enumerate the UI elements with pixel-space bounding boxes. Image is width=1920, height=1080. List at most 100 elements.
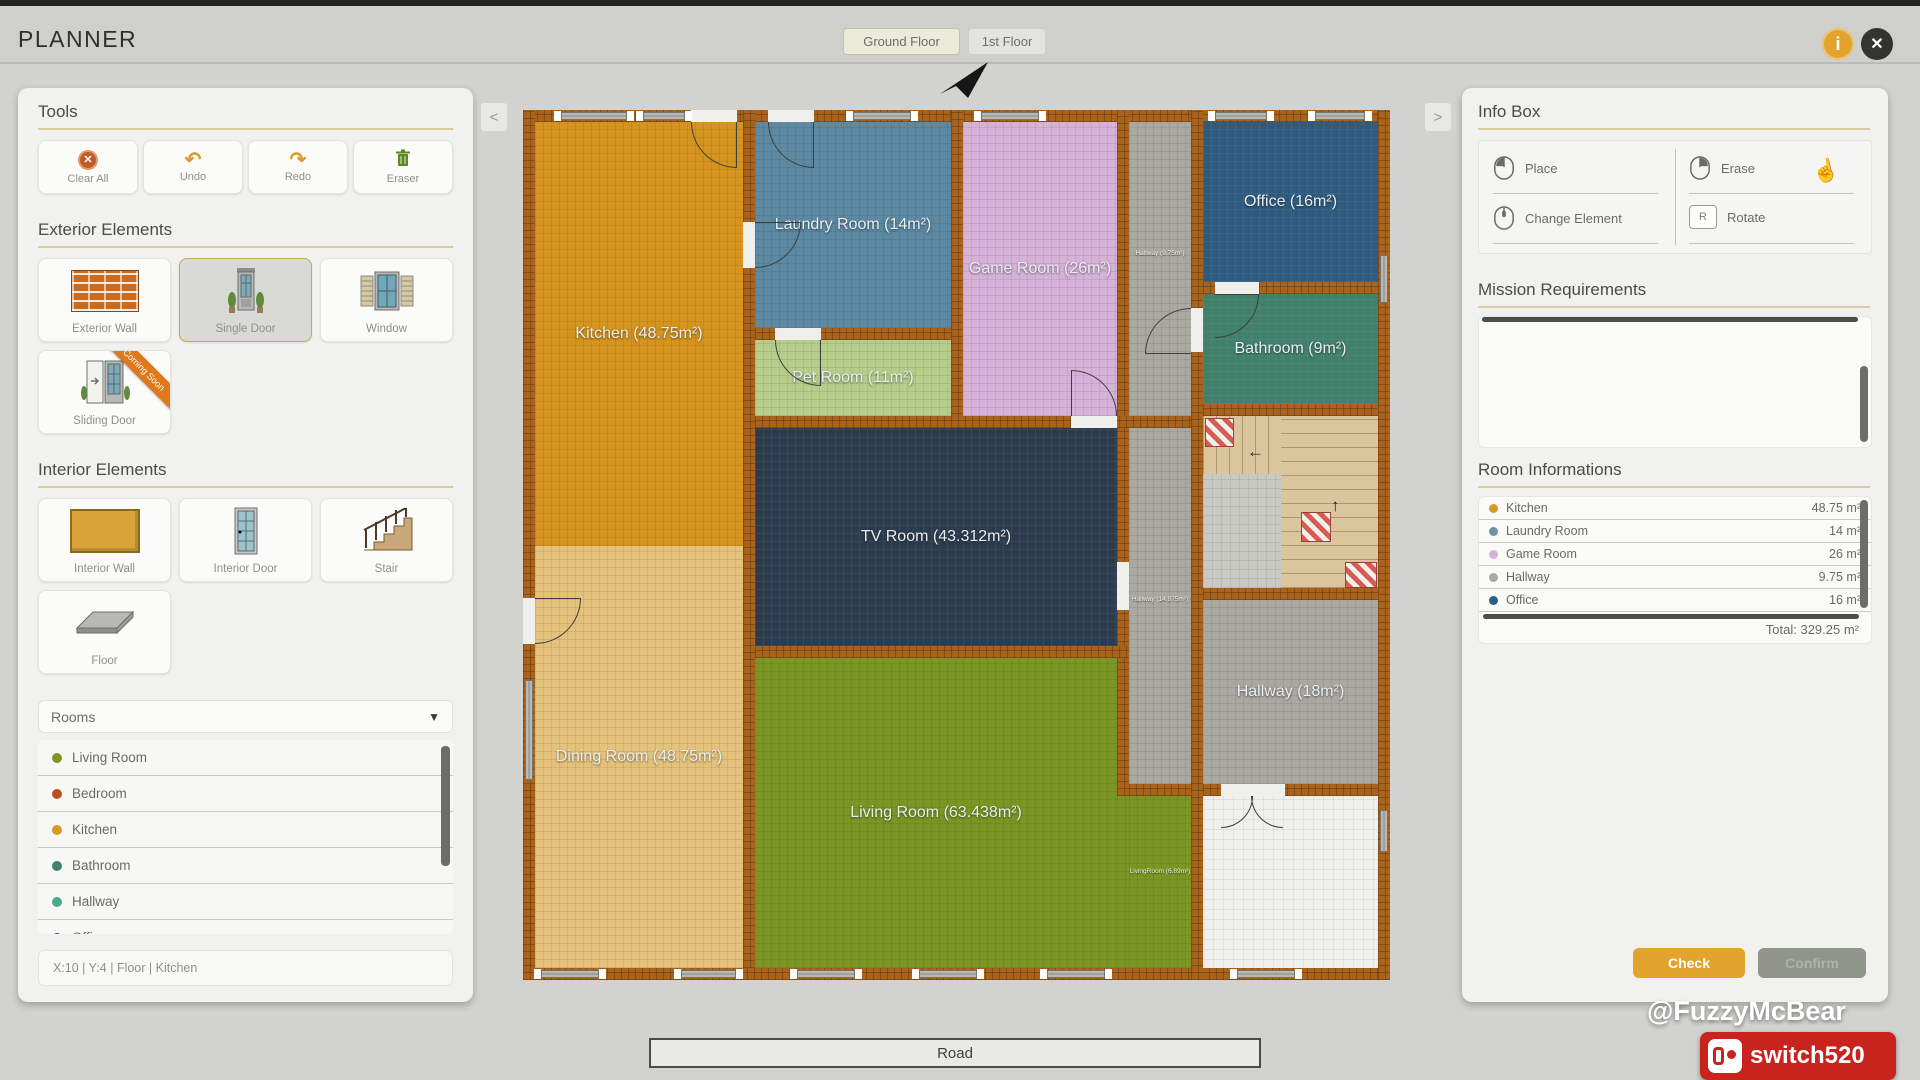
wall-v3: [1117, 110, 1129, 796]
mouse-right-click-icon: [1689, 155, 1711, 181]
chevron-left-icon: <: [490, 109, 499, 126]
interior-heading: Interior Elements: [38, 460, 167, 480]
wall-h8: [1129, 784, 1191, 796]
mission-requirements-box: [1478, 316, 1872, 448]
hallway-dot: [52, 897, 62, 907]
sliding-door-button[interactable]: Sliding Door Coming Soon: [38, 350, 171, 434]
stair-button[interactable]: Stair: [320, 498, 453, 582]
clear-all-button[interactable]: ✕ Clear All: [38, 140, 138, 194]
mouse-left-click-icon: [1493, 155, 1515, 181]
window-button[interactable]: Window: [320, 258, 453, 342]
room-hallway-lower[interactable]: [1129, 428, 1191, 784]
info-icon[interactable]: i: [1822, 28, 1854, 60]
wall-h2: [755, 416, 1191, 428]
hand-cursor-icon: ☝: [1810, 155, 1842, 186]
eraser-button[interactable]: Eraser: [353, 140, 453, 194]
trash-icon: [395, 149, 411, 170]
room-type-bedroom[interactable]: Bedroom: [38, 776, 453, 812]
double-door-arc-left: [1221, 796, 1253, 828]
room-informations-box: Kitchen48.75 m² Laundry Room14 m² Game R…: [1478, 496, 1872, 644]
tab-ground-floor[interactable]: Ground Floor: [843, 28, 960, 55]
undo-icon: ↶: [185, 152, 202, 168]
info-rotate: R Rotate: [1689, 205, 1765, 229]
wall-h6: [1203, 588, 1378, 600]
window-bottom-1: [541, 970, 599, 978]
wall-v4: [1191, 110, 1203, 980]
interior-door-icon: [180, 499, 311, 563]
room-kitchen[interactable]: Kitchen (48.75m²): [535, 122, 743, 546]
room-type-bathroom[interactable]: Bathroom: [38, 848, 453, 884]
room-type-office[interactable]: Office: [38, 920, 453, 934]
tools-heading: Tools: [38, 102, 78, 122]
staircase[interactable]: ← ↑: [1203, 416, 1378, 588]
bathroom-dot: [52, 861, 62, 871]
close-icon[interactable]: ✕: [1861, 28, 1893, 60]
wall-h5: [1203, 404, 1378, 416]
room-office[interactable]: Office (16m²): [1203, 122, 1378, 282]
window-bottom-2: [681, 970, 736, 978]
info-change-element: Change Element: [1493, 205, 1622, 231]
chevron-down-icon: ▼: [428, 710, 440, 724]
room-list-scrollbar[interactable]: [441, 746, 450, 866]
room-type-kitchen[interactable]: Kitchen: [38, 812, 453, 848]
room-living[interactable]: Living Room (63.438m²): [755, 658, 1117, 968]
north-arrow-icon: [938, 60, 990, 104]
room-tv[interactable]: TV Room (43.312m²): [755, 428, 1117, 646]
room-hallway-upper[interactable]: [1129, 122, 1191, 416]
key-r-icon: R: [1689, 205, 1717, 229]
interior-door-button[interactable]: Interior Door: [179, 498, 312, 582]
window-bottom-3: [797, 970, 855, 978]
exterior-heading: Exterior Elements: [38, 220, 172, 240]
room-type-hallway[interactable]: Hallway: [38, 884, 453, 920]
brick-wall-icon: [39, 259, 170, 323]
room-hallway[interactable]: Hallway (18m²): [1203, 600, 1378, 784]
window-top-6: [1315, 112, 1365, 120]
window-left-1: [525, 680, 533, 780]
info-box: Place Erase Change Element R Rotate: [1478, 140, 1872, 254]
clear-all-icon: ✕: [78, 150, 98, 170]
stair-arrow-up-icon: ↑: [1331, 496, 1340, 516]
room-type-living-room[interactable]: Living Room: [38, 740, 453, 776]
mission-heading: Mission Requirements: [1478, 280, 1646, 300]
right-panel: Info Box Place Erase Change Element R Ro…: [1462, 88, 1888, 1002]
collapse-right-button[interactable]: >: [1424, 102, 1452, 132]
rooms-dropdown[interactable]: Rooms ▼: [38, 700, 453, 733]
check-button[interactable]: Check: [1633, 948, 1745, 978]
room-info-row: Hallway9.75 m²: [1479, 566, 1871, 589]
room-living-nook[interactable]: [1129, 796, 1191, 968]
stair-hatch-3: [1345, 562, 1377, 588]
collapse-left-button[interactable]: <: [480, 102, 508, 132]
room-info-hscrollbar[interactable]: [1483, 614, 1859, 619]
room-info-row: Office16 m²: [1479, 589, 1871, 612]
interior-wall-button[interactable]: Interior Wall: [38, 498, 171, 582]
single-door-button[interactable]: Single Door: [179, 258, 312, 342]
confirm-button-disabled[interactable]: Confirm: [1758, 948, 1866, 978]
floor-icon: [39, 591, 170, 655]
floorplan-canvas[interactable]: Kitchen (48.75m²) Dining Room (48.75m²) …: [523, 110, 1390, 980]
kitchen-dot: [52, 825, 62, 835]
floor-button[interactable]: Floor: [38, 590, 171, 674]
room-info-row: Kitchen48.75 m²: [1479, 497, 1871, 520]
window-top-3: [853, 112, 911, 120]
room-living-connector[interactable]: [1117, 796, 1129, 968]
living-room-dot: [52, 753, 62, 763]
stair-hatch-2: [1301, 512, 1331, 542]
room-info-vscrollbar[interactable]: [1860, 500, 1868, 608]
exterior-wall-button[interactable]: Exterior Wall: [38, 258, 171, 342]
double-door-arc-right: [1251, 796, 1283, 828]
left-panel: Tools ✕ Clear All ↶ Undo ↷ Redo Eraser E…: [18, 88, 473, 1002]
tab-first-floor[interactable]: 1st Floor: [968, 28, 1046, 55]
mission-hscrollbar[interactable]: [1482, 317, 1858, 322]
interior-wall-icon: [39, 499, 170, 563]
info-place: Place: [1493, 155, 1558, 181]
redo-button[interactable]: ↷ Redo: [248, 140, 348, 194]
status-bar: X:10 | Y:4 | Floor | Kitchen: [38, 950, 453, 986]
room-game[interactable]: Game Room (26m²): [963, 122, 1117, 416]
room-info-row: Laundry Room14 m²: [1479, 520, 1871, 543]
undo-button[interactable]: ↶ Undo: [143, 140, 243, 194]
mission-vscrollbar[interactable]: [1860, 366, 1868, 442]
wall-left: [523, 110, 535, 980]
bedroom-dot: [52, 789, 62, 799]
road-label: Road: [649, 1038, 1261, 1068]
stair-icon: [321, 499, 452, 563]
